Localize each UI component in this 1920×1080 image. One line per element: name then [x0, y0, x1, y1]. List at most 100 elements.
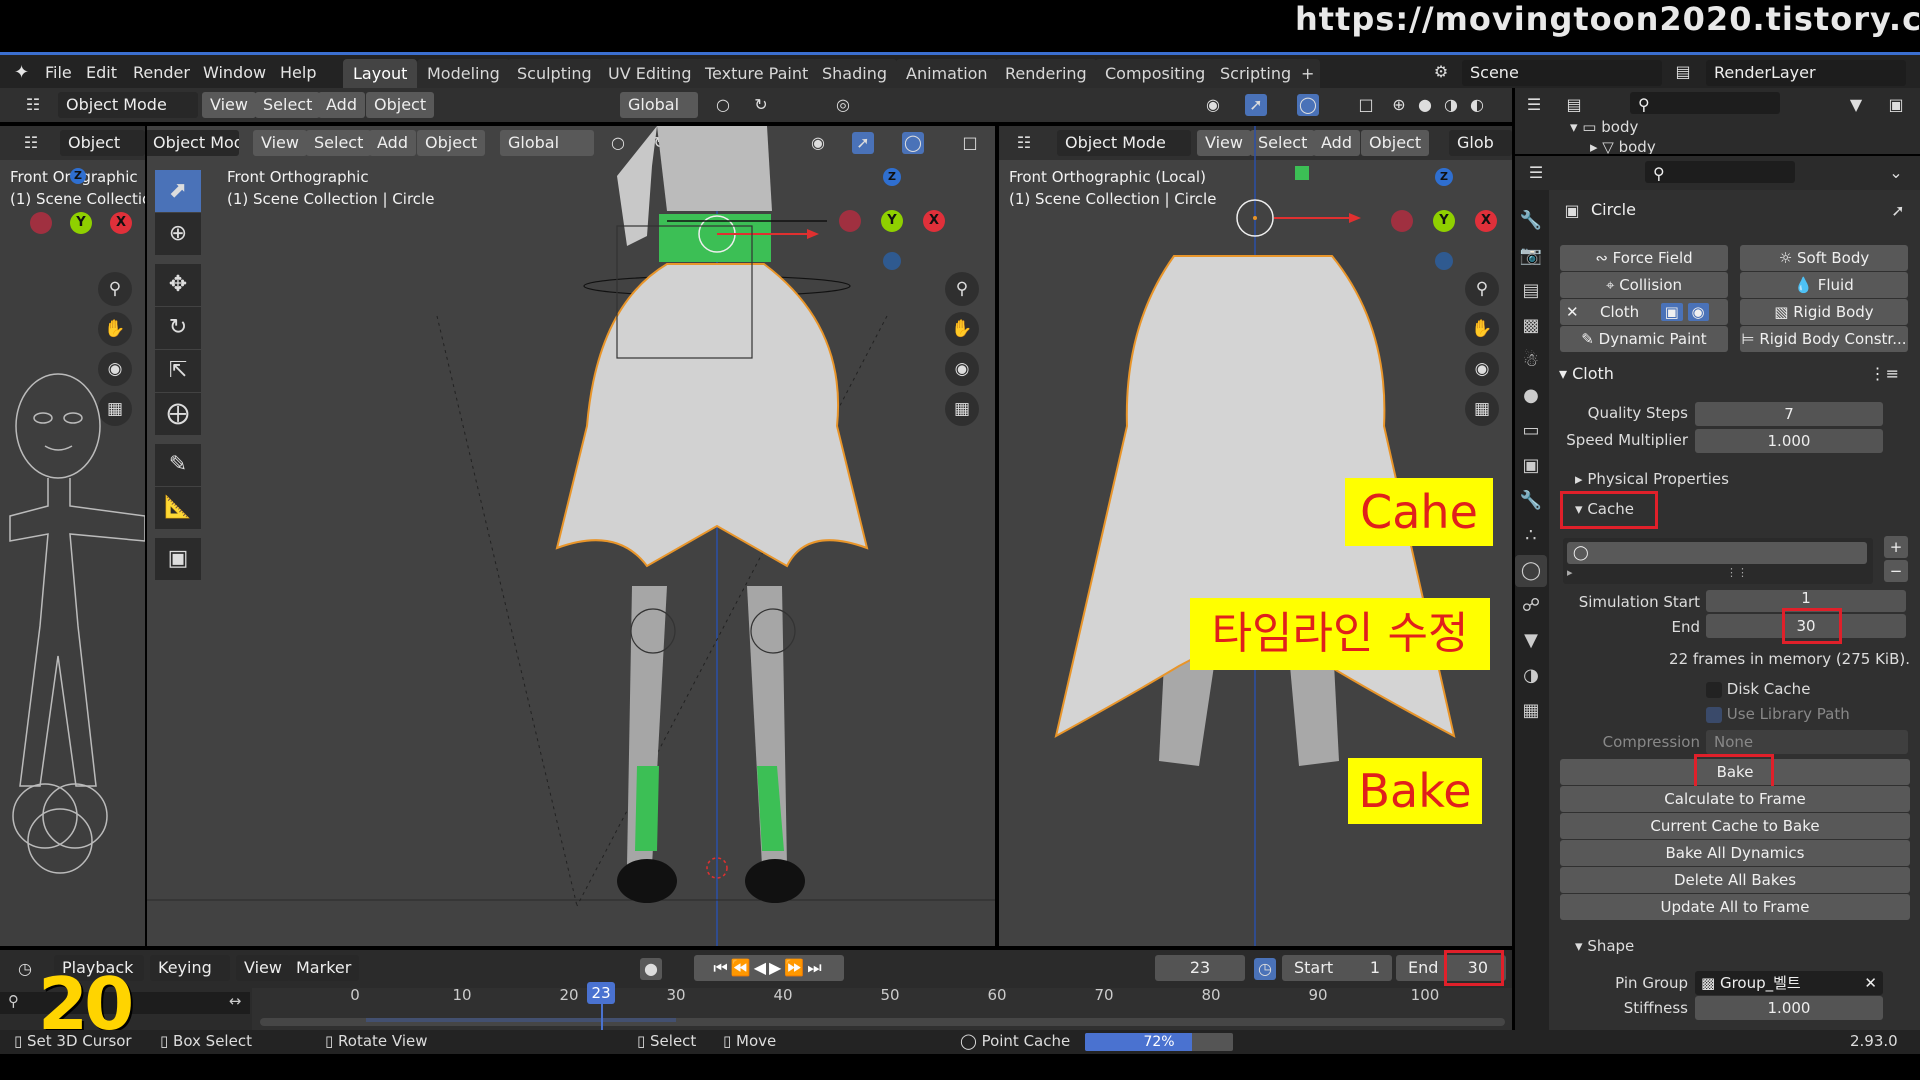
- cloth-button[interactable]: ✕ Cloth ▣ ◉: [1560, 299, 1728, 325]
- viewport-toggle-icon[interactable]: ▣: [1660, 303, 1683, 321]
- tab-uv-editing[interactable]: UV Editing: [598, 59, 702, 89]
- scene-selector[interactable]: Scene: [1462, 60, 1662, 86]
- x-axis-icon[interactable]: X: [110, 212, 132, 234]
- close-icon[interactable]: ✕: [1566, 303, 1579, 321]
- current-cache-to-bake-button[interactable]: Current Cache to Bake: [1560, 813, 1910, 839]
- rigid-body-button[interactable]: ▧ Rigid Body: [1740, 299, 1908, 325]
- new-collection-icon[interactable]: ▣: [1885, 94, 1907, 116]
- menu-window[interactable]: Window: [203, 62, 266, 84]
- speed-multiplier-field[interactable]: 1.000: [1695, 429, 1883, 453]
- center-viewport[interactable]: Object Mode View Select Add Object Globa…: [147, 126, 995, 946]
- render-tab-icon[interactable]: 📷: [1515, 240, 1547, 272]
- render-toggle-icon[interactable]: ◉: [1687, 303, 1709, 321]
- render-layer-selector[interactable]: RenderLayer: [1706, 60, 1906, 86]
- timeline-scrollbar[interactable]: [260, 1018, 1505, 1026]
- z-axis-icon[interactable]: Z: [70, 168, 86, 184]
- play-icon[interactable]: ▶: [769, 958, 784, 977]
- outliner-editor-icon[interactable]: ☰: [1523, 94, 1545, 116]
- tab-compositing[interactable]: Compositing: [1095, 59, 1216, 89]
- shape-subpanel[interactable]: ▾ Shape: [1575, 937, 1634, 955]
- outliner-search-input[interactable]: ⚲: [1630, 92, 1780, 114]
- menu-add[interactable]: Add: [318, 92, 365, 118]
- snap-icon[interactable]: ↻: [750, 94, 772, 116]
- particles-tab-icon[interactable]: ∴: [1515, 520, 1547, 552]
- collision-button[interactable]: ⌖ Collision: [1560, 272, 1728, 298]
- outliner-item-body-object[interactable]: ▸ ▽ body: [1590, 138, 1656, 154]
- timeline-editor-icon[interactable]: ◷: [14, 958, 36, 980]
- menu-edit[interactable]: Edit: [86, 62, 117, 84]
- gizmo-icon[interactable]: ➚: [1245, 94, 1267, 116]
- tab-scripting[interactable]: Scripting: [1210, 59, 1302, 89]
- panel-menu-icon[interactable]: ⋮≡: [1870, 364, 1899, 383]
- render-layer-icon[interactable]: ▤: [1672, 61, 1694, 83]
- force-field-button[interactable]: ∾ Force Field: [1560, 245, 1728, 271]
- record-icon[interactable]: ●: [640, 958, 662, 980]
- neg-x-axis-icon[interactable]: [30, 212, 52, 234]
- timeline-menu-view[interactable]: View: [236, 955, 290, 981]
- constraints-tab-icon[interactable]: ☍: [1515, 590, 1547, 622]
- cloth-panel-header[interactable]: ▾ Cloth ⋮≡: [1559, 364, 1909, 390]
- tool-tab-icon[interactable]: 🔧: [1515, 205, 1547, 237]
- menu-object[interactable]: Object: [366, 92, 435, 118]
- rendered-shading-icon[interactable]: ◐: [1466, 94, 1488, 116]
- tab-sculpting[interactable]: Sculpting: [507, 59, 602, 89]
- blender-logo-icon[interactable]: ✦: [14, 62, 29, 84]
- options-dropdown-icon[interactable]: ⌄: [1885, 162, 1907, 184]
- menu-select[interactable]: Select: [255, 92, 321, 118]
- pin-icon[interactable]: ➚: [1887, 200, 1909, 222]
- solid-shading-icon[interactable]: ●: [1414, 94, 1436, 116]
- dynamic-paint-button[interactable]: ✎ Dynamic Paint: [1560, 326, 1728, 352]
- swap-icon[interactable]: ↔: [222, 992, 248, 1014]
- menu-render[interactable]: Render: [133, 62, 190, 84]
- rigid-body-constraint-button[interactable]: ⊨ Rigid Body Constr...: [1740, 326, 1908, 352]
- scene-tab-icon[interactable]: ☃: [1515, 345, 1547, 377]
- disk-cache-checkbox[interactable]: Disk Cache: [1706, 680, 1810, 698]
- visibility-icon[interactable]: ◉: [1202, 94, 1224, 116]
- menu-view[interactable]: View: [202, 92, 256, 118]
- modifier-tab-icon[interactable]: 🔧: [1515, 485, 1547, 517]
- tab-layout[interactable]: Layout: [343, 59, 418, 89]
- data-tab-icon[interactable]: ▼: [1515, 625, 1547, 657]
- remove-cache-button[interactable]: −: [1884, 560, 1908, 582]
- tab-modeling[interactable]: Modeling: [417, 59, 510, 89]
- delete-all-bakes-button[interactable]: Delete All Bakes: [1560, 867, 1910, 893]
- keying-dropdown[interactable]: Keying: [150, 955, 230, 981]
- output-tab-icon[interactable]: ▤: [1515, 275, 1547, 307]
- properties-editor-icon[interactable]: ☰: [1525, 162, 1547, 184]
- list-expand-icon[interactable]: ▸: [1567, 566, 1573, 579]
- mode-dropdown[interactable]: Object Mode: [58, 92, 198, 118]
- left-object-label[interactable]: Object: [60, 130, 145, 156]
- stiffness-field[interactable]: 1.000: [1695, 996, 1883, 1020]
- preview-range-icon[interactable]: ◷: [1254, 958, 1276, 980]
- add-workspace-button[interactable]: +: [1295, 59, 1321, 89]
- playhead-indicator[interactable]: 23: [587, 982, 616, 1004]
- filter-icon[interactable]: ▼: [1845, 94, 1867, 116]
- physical-properties-subpanel[interactable]: ▸ Physical Properties: [1575, 470, 1729, 488]
- left-viewport[interactable]: ☷ Object Front Ort graphic (1) Scene Col…: [0, 126, 145, 946]
- calculate-to-frame-button[interactable]: Calculate to Frame: [1560, 786, 1910, 812]
- add-cache-button[interactable]: +: [1884, 536, 1908, 558]
- tab-rendering[interactable]: Rendering: [995, 59, 1097, 89]
- timeline-menu-marker[interactable]: Marker: [288, 955, 360, 981]
- y-axis-icon[interactable]: Y: [70, 212, 92, 234]
- material-shading-icon[interactable]: ◑: [1440, 94, 1462, 116]
- list-resize-handle-icon[interactable]: ⋮⋮: [1726, 566, 1748, 579]
- update-all-to-frame-button[interactable]: Update All to Frame: [1560, 894, 1910, 920]
- xray-icon[interactable]: □: [1355, 94, 1377, 116]
- scene-icon[interactable]: ⚙: [1430, 61, 1452, 83]
- tab-animation[interactable]: Animation: [896, 59, 998, 89]
- prev-keyframe-icon[interactable]: ⏪: [731, 958, 754, 977]
- play-reverse-icon[interactable]: ◀: [754, 958, 769, 977]
- overlay-icon[interactable]: ◯: [1297, 94, 1319, 116]
- soft-body-button[interactable]: ☼ Soft Body: [1740, 245, 1908, 271]
- jump-end-icon[interactable]: ⏭: [807, 958, 824, 977]
- material-tab-icon[interactable]: ◑: [1515, 660, 1547, 692]
- properties-search-input[interactable]: ⚲: [1645, 161, 1795, 183]
- cache-list-item[interactable]: ◯: [1567, 542, 1867, 564]
- use-library-path-checkbox[interactable]: Use Library Path: [1706, 705, 1850, 723]
- texture-tab-icon[interactable]: ▦: [1515, 695, 1547, 727]
- cache-list[interactable]: ◯ ▸ ⋮⋮: [1563, 538, 1873, 584]
- bake-all-dynamics-button[interactable]: Bake All Dynamics: [1560, 840, 1910, 866]
- fluid-button[interactable]: 💧 Fluid: [1740, 272, 1908, 298]
- display-mode-icon[interactable]: ▤: [1563, 94, 1585, 116]
